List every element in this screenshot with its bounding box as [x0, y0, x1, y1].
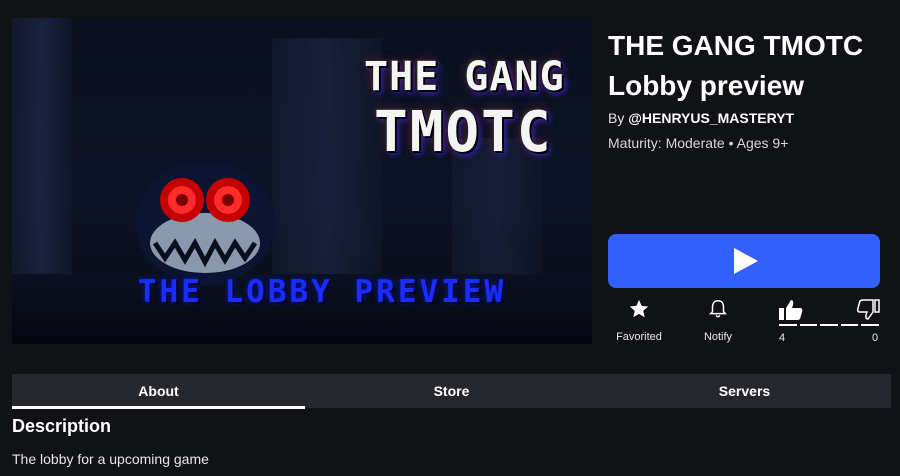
star-icon	[629, 299, 649, 318]
thumbnail-title-line1: THE GANG	[364, 54, 565, 100]
upvote-count: 4	[779, 332, 786, 344]
favorite-label: Favorited	[616, 331, 662, 343]
vote-bar-segment	[779, 324, 797, 326]
thumbnail-subtitle: THE LOBBY PREVIEW	[137, 274, 507, 310]
tab-servers[interactable]: Servers	[598, 374, 891, 408]
thumbs-up-icon[interactable]	[778, 298, 804, 322]
downvote-count: 0	[872, 332, 879, 344]
description-heading: Description	[12, 416, 112, 436]
description-text: The lobby for a upcoming game	[12, 451, 209, 467]
play-icon	[734, 248, 758, 274]
thumbnail-title-line2: TMOTC	[374, 100, 553, 165]
game-title: THE GANG TMOTC Lobby preview	[608, 30, 864, 101]
favorite-button[interactable]: Favorited	[608, 298, 670, 343]
maturity-rating: Maturity: Moderate • Ages 9+	[608, 135, 789, 151]
notify-label: Notify	[703, 331, 733, 343]
vote-bar-segment	[820, 324, 838, 326]
creator-line: By @HENRYUS_MASTERYT	[608, 110, 794, 126]
thumbs-down-icon[interactable]	[856, 298, 880, 322]
vote-ratio-bar	[779, 324, 879, 326]
vote-bar-segment	[840, 324, 859, 326]
monster-face-icon	[135, 161, 275, 285]
creator-link[interactable]: @HENRYUS_MASTERYT	[628, 110, 794, 126]
notify-button[interactable]: Notify	[690, 298, 746, 343]
bell-icon	[708, 300, 728, 318]
tab-about[interactable]: About	[12, 374, 305, 409]
tab-bar: About Store Servers	[12, 374, 891, 409]
vote-bar-segment	[799, 324, 818, 326]
tab-store[interactable]: Store	[305, 374, 598, 408]
play-button[interactable]	[608, 234, 880, 288]
vote-bar-segment	[861, 324, 879, 326]
creator-prefix: By	[608, 110, 625, 126]
game-thumbnail[interactable]: THE GANG TMOTC THE LOBBY PREVIEW	[12, 18, 592, 344]
